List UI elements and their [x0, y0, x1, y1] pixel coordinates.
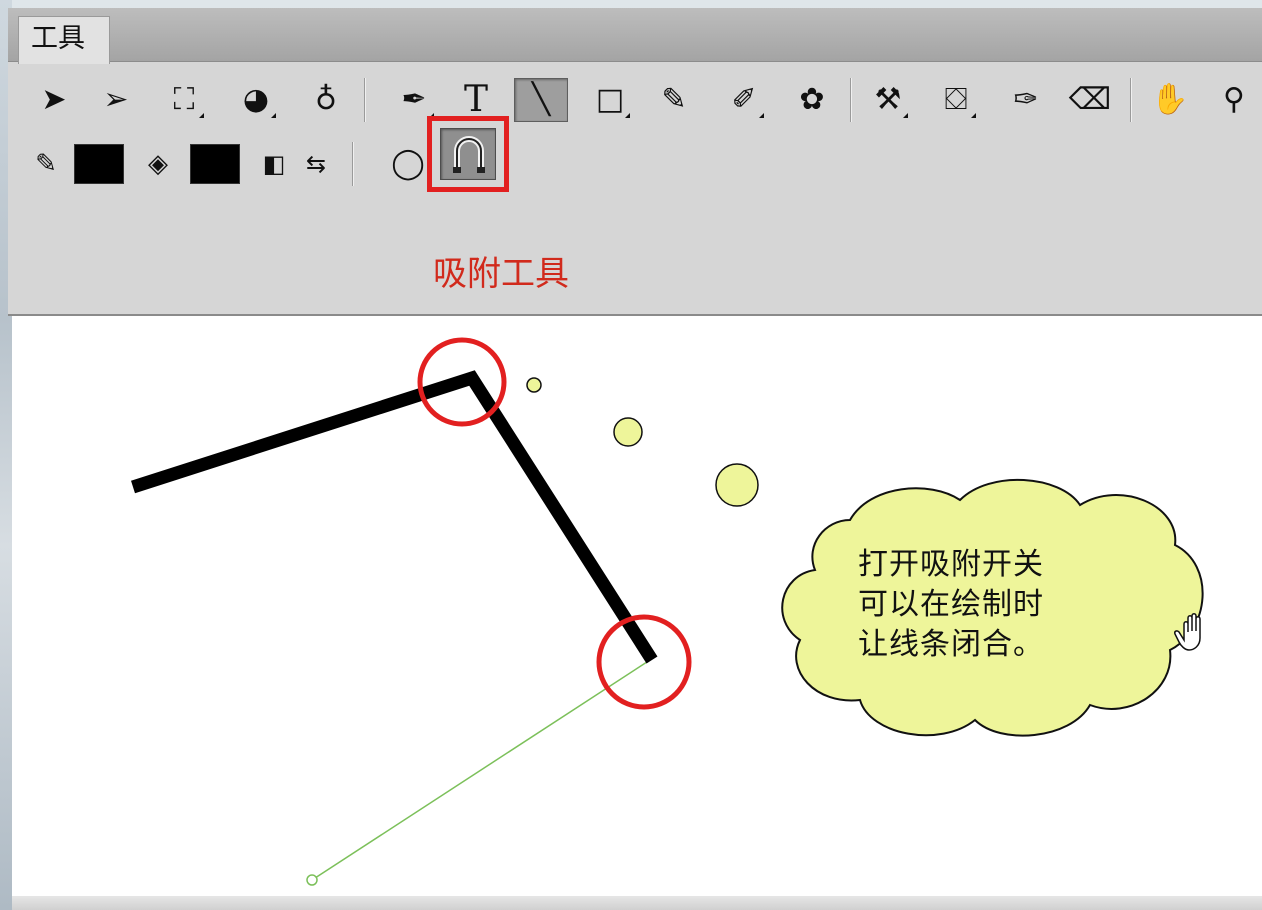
snap-point-highlight-circle: [596, 614, 692, 710]
thought-bubble-small: [526, 377, 542, 393]
callout-line: 打开吸附开关: [858, 547, 1044, 582]
thought-bubble-medium: [613, 417, 643, 447]
stage-drawing: [131, 337, 1204, 886]
guide-end-point: [306, 874, 318, 886]
callout-text: 打开吸附开关 可以在绘制时 让线条闭合。: [858, 545, 1108, 665]
snap-guide-line: [311, 659, 651, 881]
drawn-line-stroke[interactable]: [131, 370, 658, 664]
callout-line: 让线条闭合。: [858, 627, 1044, 662]
thought-bubble-large: [715, 463, 759, 507]
callout-line: 可以在绘制时: [858, 587, 1044, 622]
